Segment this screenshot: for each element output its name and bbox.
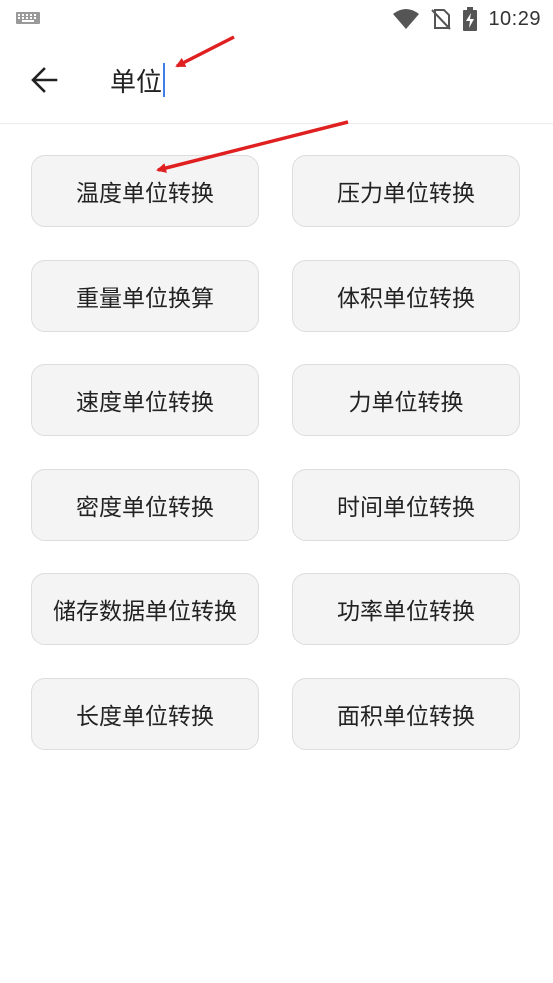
- battery-charging-icon: [463, 7, 478, 31]
- converter-button-pressure[interactable]: 压力单位转换: [292, 155, 520, 227]
- converter-button-temperature[interactable]: 温度单位转换: [31, 155, 259, 227]
- converter-button-density[interactable]: 密度单位转换: [31, 469, 259, 541]
- converter-button-area[interactable]: 面积单位转换: [292, 678, 520, 750]
- keyboard-icon: [16, 12, 40, 24]
- no-sim-icon: [431, 9, 452, 30]
- wifi-icon: [393, 9, 420, 29]
- search-header: 单位: [0, 38, 553, 124]
- converter-button-length[interactable]: 长度单位转换: [31, 678, 259, 750]
- converter-button-weight[interactable]: 重量单位换算: [31, 260, 259, 332]
- converter-button-speed[interactable]: 速度单位转换: [31, 364, 259, 436]
- converter-button-force[interactable]: 力单位转换: [292, 364, 520, 436]
- arrow-left-icon: [31, 67, 58, 93]
- text-caret: [163, 63, 166, 97]
- status-bar: 10:29: [0, 0, 553, 38]
- search-input-value[interactable]: 单位: [110, 62, 162, 99]
- converter-button-time[interactable]: 时间单位转换: [292, 469, 520, 541]
- converter-button-power[interactable]: 功率单位转换: [292, 573, 520, 645]
- back-button[interactable]: [24, 60, 64, 100]
- search-input[interactable]: 单位: [110, 60, 166, 100]
- clock: 10:29: [488, 7, 541, 30]
- converter-button-volume[interactable]: 体积单位转换: [292, 260, 520, 332]
- converter-button-data-storage[interactable]: 储存数据单位转换: [31, 573, 259, 645]
